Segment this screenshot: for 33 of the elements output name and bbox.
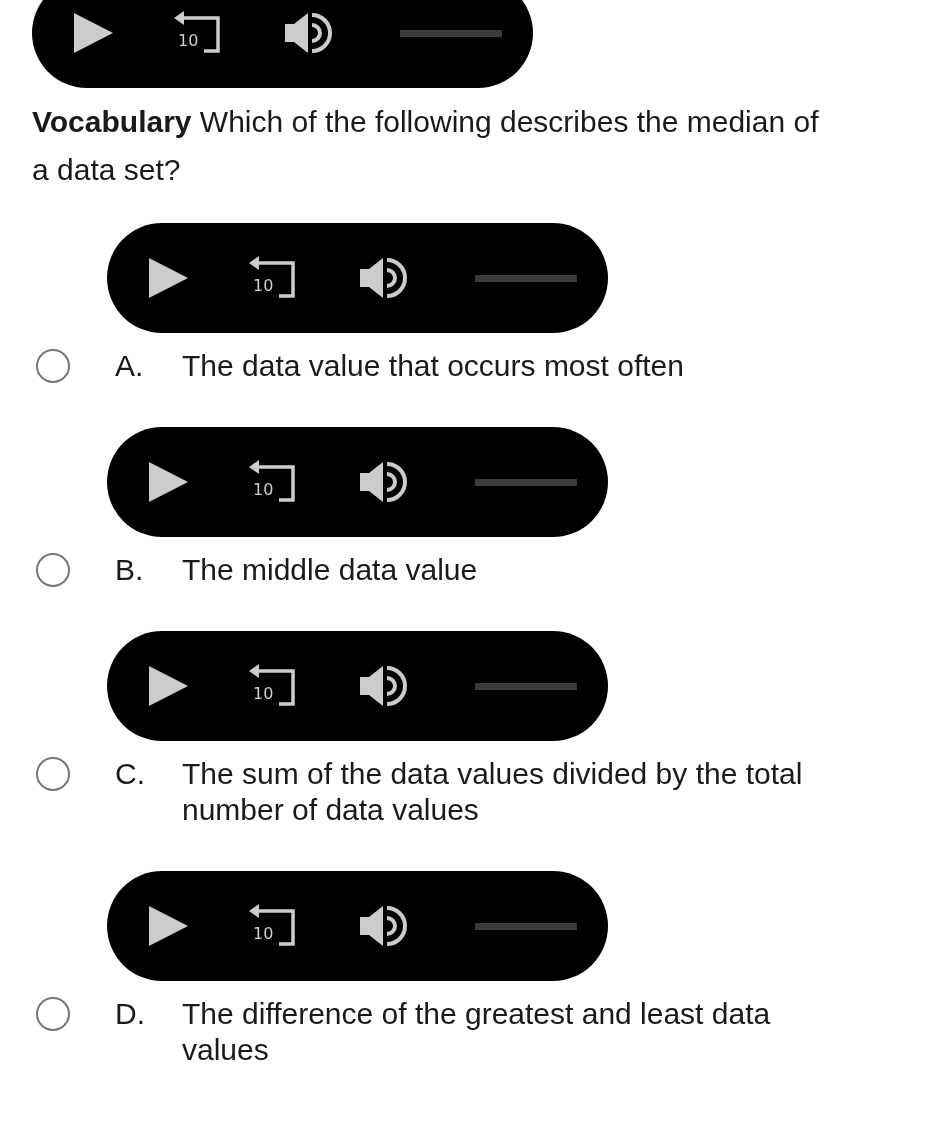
volume-slider-track[interactable] <box>475 682 577 690</box>
play-button[interactable] <box>72 12 114 54</box>
option-letter: D. <box>115 996 146 1032</box>
radio-button[interactable] <box>36 757 70 791</box>
volume-button[interactable] <box>359 257 407 299</box>
option-text: The sum of the data values divided by the total number of data values <box>182 756 804 828</box>
option-letter: C. <box>115 756 146 792</box>
play-button[interactable] <box>147 461 189 503</box>
replay-10-button[interactable]: 10 <box>174 11 222 55</box>
option-text: The difference of the greatest and least data values <box>182 996 772 1068</box>
play-button[interactable] <box>147 905 189 947</box>
option-letter: A. <box>115 348 145 384</box>
replay-10-button[interactable]: 10 <box>249 256 297 300</box>
option-text: The middle data value <box>182 552 479 588</box>
radio-button[interactable] <box>36 349 70 383</box>
replay-10-button[interactable]: 10 <box>249 460 297 504</box>
volume-slider-track[interactable] <box>475 922 577 930</box>
volume-slider-track[interactable] <box>400 29 502 37</box>
question-text: Vocabulary Which of the following describes the median of a data set? <box>32 104 820 188</box>
replay-10-button[interactable]: 10 <box>249 904 297 948</box>
volume-slider-track[interactable] <box>475 274 577 282</box>
volume-button[interactable] <box>359 461 407 503</box>
volume-button[interactable] <box>359 665 407 707</box>
volume-slider-track[interactable] <box>475 478 577 486</box>
replay-10-button[interactable]: 10 <box>249 664 297 708</box>
option-letter: B. <box>115 552 145 588</box>
option-text: The data value that occurs most often <box>182 348 685 384</box>
radio-button[interactable] <box>36 553 70 587</box>
radio-button[interactable] <box>36 997 70 1031</box>
play-button[interactable] <box>147 665 189 707</box>
volume-button[interactable] <box>284 12 332 54</box>
volume-button[interactable] <box>359 905 407 947</box>
play-button[interactable] <box>147 257 189 299</box>
